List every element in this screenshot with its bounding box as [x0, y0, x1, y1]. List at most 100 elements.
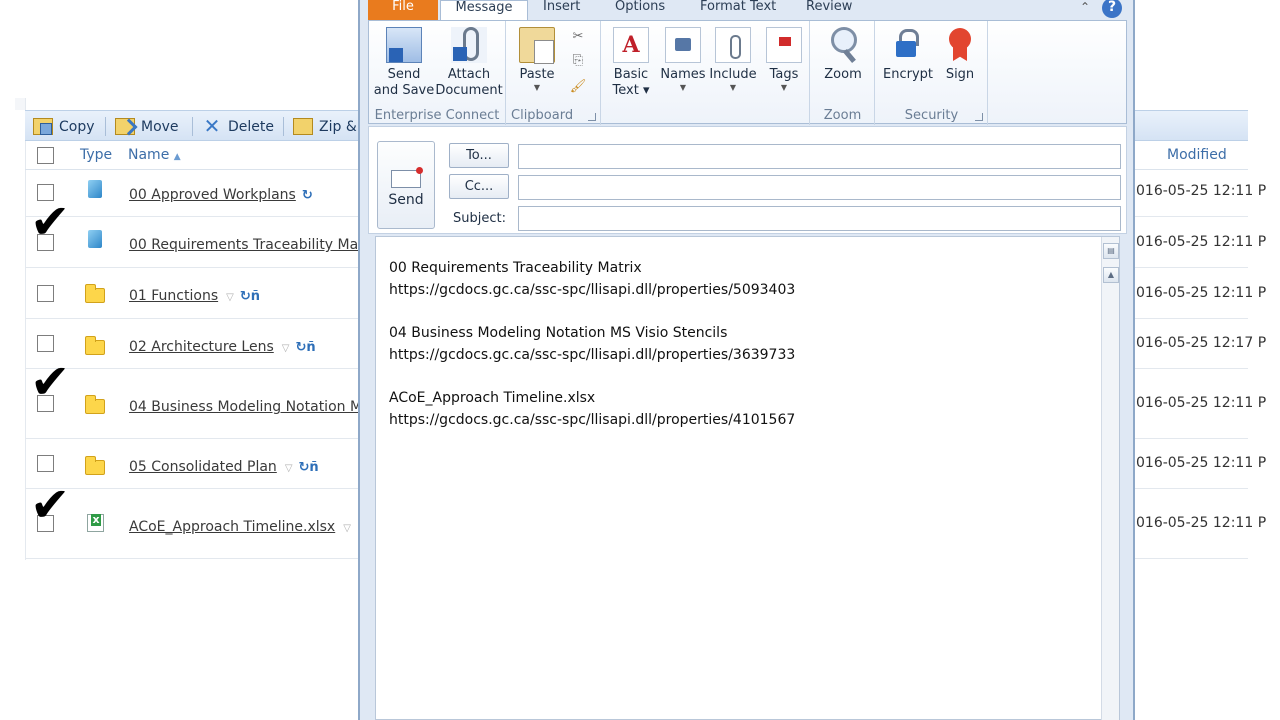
file-name-link[interactable]: 02 Architecture Lens ▽ ↻ñ — [129, 339, 316, 355]
delete-button[interactable]: ✕ Delete — [202, 116, 274, 137]
modified-column-header[interactable]: Modified — [1167, 147, 1227, 163]
copy-button[interactable]: Copy — [33, 116, 95, 137]
modified-date: 016-05-25 12:11 P — [1136, 455, 1267, 471]
help-icon[interactable]: ? — [1102, 0, 1122, 18]
excel-file-icon — [87, 514, 104, 532]
enterprise-connect-group: Send and Save Attach Document Enterprise… — [369, 21, 506, 125]
name-column-header[interactable]: Name ▲ — [128, 147, 181, 163]
ribbon-tabs: File Message Insert Options Format Text … — [360, 0, 1133, 21]
checkmark-annotation: ✔ — [30, 354, 71, 410]
to-button[interactable]: To... — [449, 143, 509, 168]
modified-date: 016-05-25 12:11 P — [1136, 234, 1267, 250]
file-name: 05 Consolidated Plan — [129, 459, 277, 475]
file-name-link[interactable]: ACoE_Approach Timeline.xlsx ▽ — [129, 519, 351, 535]
tab-format-text[interactable]: Format Text — [700, 0, 776, 20]
tags-button[interactable]: Tags ▼ — [762, 27, 806, 93]
message-body-text[interactable]: 00 Requirements Traceability Matrix http… — [389, 257, 795, 431]
file-name-link[interactable]: 05 Consolidated Plan ▽ ↻ñ — [129, 459, 319, 475]
tab-review[interactable]: Review — [806, 0, 852, 20]
subject-field[interactable] — [518, 206, 1121, 231]
checkmark-annotation: ✔ — [30, 477, 71, 533]
names-button[interactable]: Names ▼ — [658, 27, 708, 93]
basic-text-button[interactable]: A Basic Text ▾ — [606, 27, 656, 99]
item-menu-icon[interactable]: ▽ — [343, 523, 351, 534]
to-field[interactable] — [518, 144, 1121, 169]
clipboard-launcher-icon[interactable] — [588, 113, 596, 121]
file-name: ACoE_Approach Timeline.xlsx — [129, 519, 336, 535]
type-column-header[interactable]: Type — [80, 147, 112, 163]
padlock-icon — [890, 27, 926, 63]
zoom-group: Zoom Zoom — [811, 21, 875, 125]
modified-date: 016-05-25 12:11 P — [1136, 285, 1267, 301]
include-label: Include — [709, 67, 757, 82]
move-button[interactable]: Move — [115, 116, 179, 137]
envelope-icon — [391, 167, 423, 188]
file-name: 02 Architecture Lens — [129, 339, 274, 355]
file-name-link[interactable]: 04 Business Modeling Notation MS — [129, 399, 371, 415]
item-menu-icon[interactable]: ▽ — [282, 343, 290, 354]
format-painter-icon[interactable]: 🖌 — [569, 79, 587, 95]
cut-icon[interactable]: ✂ — [569, 29, 587, 45]
names-label: Names — [660, 67, 706, 82]
row-checkbox[interactable] — [37, 285, 54, 302]
modified-date: 016-05-25 12:11 P — [1136, 515, 1267, 531]
sync-icon[interactable]: ↻ñ — [295, 340, 315, 355]
minimize-ribbon-icon[interactable]: ⌃ — [1080, 0, 1090, 14]
cc-field[interactable] — [518, 175, 1121, 200]
send-button[interactable]: Send — [377, 141, 435, 229]
item-menu-icon[interactable]: ▽ — [226, 292, 234, 303]
sync-icon[interactable]: ↻ — [302, 188, 313, 203]
ribbon: Send and Save Attach Document Enterprise… — [368, 20, 1127, 125]
zip-icon — [293, 118, 313, 135]
clipboard-group: Paste ▼ ✂ ⎘ 🖌 Clipboard — [507, 21, 601, 125]
body-line: ACoE_Approach Timeline.xlsx — [389, 390, 596, 406]
message-window: File Message Insert Options Format Text … — [358, 0, 1135, 720]
basic-text-icon: A — [613, 27, 649, 63]
select-all-checkbox[interactable] — [37, 147, 54, 164]
tab-options[interactable]: Options — [615, 0, 665, 20]
zip-button[interactable]: Zip & — [293, 116, 357, 137]
sync-icon[interactable]: ↻ñ — [299, 460, 319, 475]
file-name-link[interactable]: 00 Approved Workplans ↻ — [129, 187, 313, 203]
row-checkbox[interactable] — [37, 455, 54, 472]
tags-dropdown-icon: ▼ — [780, 83, 788, 92]
ruler-toggle-icon[interactable]: ▤ — [1103, 243, 1119, 259]
copy-icon — [33, 118, 53, 135]
cc-button[interactable]: Cc... — [449, 174, 509, 199]
folder-icon — [85, 395, 105, 414]
message-body[interactable]: 00 Requirements Traceability Matrix http… — [375, 236, 1120, 720]
sign-button[interactable]: Sign — [938, 27, 982, 83]
include-button[interactable]: Include ▼ — [708, 27, 758, 93]
zip-label: Zip & — [319, 118, 357, 135]
file-name-link[interactable]: 00 Requirements Traceability Matri — [129, 237, 373, 253]
item-menu-icon[interactable]: ▽ — [285, 463, 293, 474]
include-dropdown-icon: ▼ — [729, 83, 737, 92]
attach-document-icon — [451, 27, 487, 63]
tab-message[interactable]: Message — [440, 0, 528, 21]
paste-icon — [519, 27, 555, 64]
tab-insert[interactable]: Insert — [543, 0, 580, 20]
ribbon-badge-icon — [942, 27, 978, 63]
vertical-scrollbar[interactable]: ▤ ▲ — [1101, 237, 1119, 720]
row-checkbox[interactable] — [37, 335, 54, 352]
zoom-button[interactable]: Zoom — [817, 27, 869, 83]
file-name: 00 Approved Workplans — [129, 187, 296, 203]
toolbar-divider — [283, 117, 284, 136]
security-launcher-icon[interactable] — [975, 113, 983, 121]
scroll-up-icon[interactable]: ▲ — [1103, 267, 1119, 283]
copy-label: Copy — [59, 118, 95, 135]
encrypt-button[interactable]: Encrypt — [880, 27, 936, 83]
body-line: https://gcdocs.gc.ca/ssc-spc/llisapi.dll… — [389, 412, 796, 428]
sync-icon[interactable]: ↻ñ — [240, 289, 260, 304]
attach-document-button[interactable]: Attach Document — [435, 27, 503, 99]
file-name-link[interactable]: 01 Functions ▽ ↻ñ — [129, 288, 260, 304]
sign-label: Sign — [945, 67, 975, 82]
body-line: 04 Business Modeling Notation MS Visio S… — [389, 325, 728, 341]
paste-label: Paste — [519, 67, 555, 82]
send-and-save-button[interactable]: Send and Save — [373, 27, 435, 99]
tab-file[interactable]: File — [368, 0, 438, 20]
paperclip-icon — [715, 27, 751, 63]
book-icon — [88, 230, 102, 248]
paste-button[interactable]: Paste ▼ — [515, 27, 559, 93]
copy-icon[interactable]: ⎘ — [569, 53, 587, 69]
